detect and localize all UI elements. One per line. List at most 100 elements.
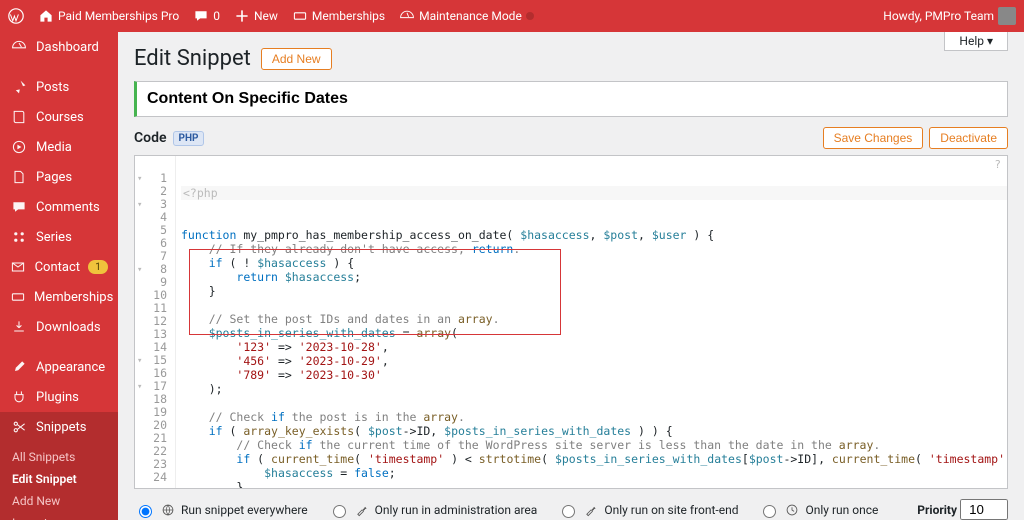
submenu-import[interactable]: Import [0,512,118,520]
scope-frontend[interactable]: Only run on site front-end [557,502,738,518]
mail-icon [10,258,27,276]
line-gutter: 1▾23▾45678▾9101112131415▾1617▾1819202122… [135,156,176,488]
sidebar-item-posts[interactable]: Posts [0,72,118,102]
avatar [998,7,1016,25]
sidebar-item-snippets[interactable]: Snippets [0,412,118,442]
plug-icon [10,388,28,406]
scope-radio[interactable] [333,505,346,518]
snippets-submenu: All Snippets Edit Snippet Add New Import… [0,442,118,520]
contact-badge: 1 [88,260,108,274]
sidebar-item-contact[interactable]: Contact 1 [0,252,118,282]
series-icon [10,228,28,246]
main-content: Help ▾ Edit Snippet Add New Code PHP Save… [118,32,1024,520]
wrench-icon [584,503,598,517]
sidebar-item-label: Pages [36,170,72,185]
memberships-icon [10,288,26,306]
scope-radio[interactable] [763,505,776,518]
sidebar-item-downloads[interactable]: Downloads [0,312,118,342]
sidebar-item-label: Downloads [36,320,101,335]
sidebar-item-series[interactable]: Series [0,222,118,252]
wp-logo[interactable] [8,8,24,24]
sidebar-item-media[interactable]: Media [0,132,118,162]
submenu-edit-snippet[interactable]: Edit Snippet [0,468,118,490]
priority-input[interactable] [960,499,1008,520]
memberships-label: Memberships [312,9,385,23]
gauge-icon [399,8,415,24]
new-link[interactable]: New [234,8,278,24]
scissors-icon [10,418,28,436]
admin-bar: Paid Memberships Pro 0 New Memberships M… [0,0,1024,32]
snippet-footer: Run snippet everywhere Only run in admin… [134,489,1008,520]
comments-link[interactable]: 0 [193,8,220,24]
sidebar-item-pages[interactable]: Pages [0,162,118,192]
sidebar-item-appearance[interactable]: Appearance [0,352,118,382]
sidebar-item-memberships[interactable]: Memberships [0,282,118,312]
scope-radio[interactable] [562,505,575,518]
question-icon: ? [994,158,1001,172]
maintenance-link[interactable]: Maintenance Mode [399,8,534,24]
plus-icon [234,8,250,24]
php-open-tag: <?php [183,186,218,200]
howdy-text: Howdy, PMPro Team [883,9,994,23]
admin-sidebar: Dashboard Posts Courses Media Pages Comm… [0,32,118,520]
globe-icon [161,503,175,517]
sidebar-item-label: Contact [35,260,80,275]
sidebar-item-label: Courses [36,110,84,125]
scope-once[interactable]: Only run once [758,502,878,518]
sidebar-item-label: Series [36,230,72,245]
sidebar-item-label: Memberships [34,290,113,305]
scope-radio[interactable] [139,505,152,518]
code-editor[interactable]: 1▾23▾45678▾9101112131415▾1617▾1819202122… [134,155,1008,489]
php-badge: PHP [173,131,205,146]
sidebar-item-label: Media [36,140,72,155]
howdy-link[interactable]: Howdy, PMPro Team [883,7,1016,25]
brush-icon [10,358,28,376]
add-new-button[interactable]: Add New [261,48,332,70]
sidebar-item-label: Dashboard [36,40,99,55]
page-icon [10,168,28,186]
page-title: Edit Snippet Add New [134,46,1008,71]
site-link[interactable]: Paid Memberships Pro [38,8,179,24]
priority-label: Priority [917,503,957,517]
wrench-icon [355,503,369,517]
code-label: Code [134,130,167,146]
scope-label: Run snippet everywhere [181,503,308,517]
submenu-add-new[interactable]: Add New [0,490,118,512]
memberships-icon [292,8,308,24]
book-icon [10,108,28,126]
comment-icon [10,198,28,216]
comments-count: 0 [213,9,220,23]
scope-label: Only run in administration area [375,503,538,517]
code-area[interactable]: <?php? function my_pmpro_has_membership_… [175,156,1007,488]
scope-admin[interactable]: Only run in administration area [328,502,538,518]
sidebar-item-dashboard[interactable]: Dashboard [0,32,118,62]
dashboard-icon [10,38,28,56]
sidebar-item-label: Plugins [36,390,79,405]
site-name: Paid Memberships Pro [58,9,179,23]
maintenance-dot-icon [526,12,534,20]
sidebar-item-courses[interactable]: Courses [0,102,118,132]
download-icon [10,318,28,336]
scope-everywhere[interactable]: Run snippet everywhere [134,502,308,518]
sidebar-item-label: Comments [36,200,100,215]
new-label: New [254,9,278,23]
help-tab[interactable]: Help ▾ [944,32,1008,51]
scope-label: Only run once [805,503,878,517]
sidebar-item-comments[interactable]: Comments [0,192,118,222]
maintenance-label: Maintenance Mode [419,9,522,23]
pin-icon [10,78,28,96]
page-title-text: Edit Snippet [134,46,251,71]
scope-label: Only run on site front-end [604,503,738,517]
home-icon [38,8,54,24]
sidebar-item-label: Posts [36,80,69,95]
snippet-title-input[interactable] [134,81,1008,117]
deactivate-button[interactable]: Deactivate [929,127,1008,149]
sidebar-item-label: Snippets [36,420,87,435]
comment-icon [193,8,209,24]
sidebar-item-plugins[interactable]: Plugins [0,382,118,412]
media-icon [10,138,28,156]
memberships-link[interactable]: Memberships [292,8,385,24]
save-changes-button[interactable]: Save Changes [823,127,924,149]
clock-icon [785,503,799,517]
submenu-all-snippets[interactable]: All Snippets [0,446,118,468]
